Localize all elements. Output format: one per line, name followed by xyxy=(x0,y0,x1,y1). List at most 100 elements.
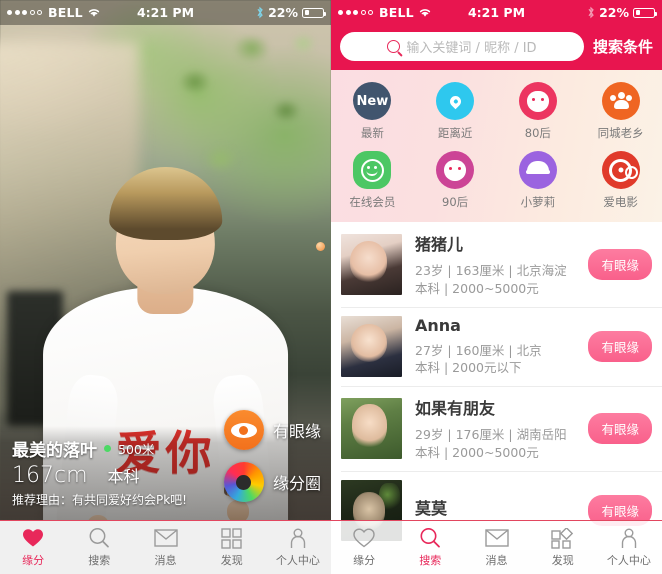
new-badge-text: New xyxy=(356,93,389,109)
tab-discover-label: 发现 xyxy=(551,554,574,567)
pink-girl-icon xyxy=(436,151,475,189)
action-like[interactable]: 有眼缘 xyxy=(223,410,321,450)
list-item-meta-1: 23岁 | 163厘米 | 北京海淀 xyxy=(415,263,567,278)
tab-search-label: 搜索 xyxy=(88,554,111,567)
group-people-icon xyxy=(601,82,640,120)
profile-name: 最美的落叶 xyxy=(12,441,97,461)
user-list: 猪猪儿 23岁 | 163厘米 | 北京海淀 本科 | 2000~5000元 有… xyxy=(331,222,662,550)
heart-icon xyxy=(353,527,375,549)
list-item-body: 如果有朋友 29岁 | 176厘米 | 湖南岳阳 本科 | 2000~5000元 xyxy=(402,395,582,462)
rainbow-ring-icon[interactable] xyxy=(223,462,264,502)
profile-height: 167cm xyxy=(12,463,88,488)
tab-search[interactable]: 搜索 xyxy=(66,521,132,574)
list-item-meta-1: 27岁 | 160厘米 | 北京 xyxy=(415,342,542,358)
search-input[interactable]: 输入关键词 / 昵称 / ID xyxy=(340,32,584,61)
tab-profile-label: 个人中心 xyxy=(275,554,320,567)
category-nearby[interactable]: 距离近 xyxy=(414,78,497,147)
category-loli-label: 小萝莉 xyxy=(520,195,556,209)
category-hometown-label: 同城老乡 xyxy=(597,126,644,140)
list-item-meta-2: 本科 | 2000~5000元 xyxy=(415,280,539,296)
category-row-2: 在线会员 90后 小萝莉 爱电影 xyxy=(331,147,662,216)
avatar[interactable] xyxy=(341,397,402,459)
status-bar-left: BELL 4:21 PM 22% xyxy=(0,0,331,25)
category-hometown[interactable]: 同城老乡 xyxy=(579,78,662,147)
category-grid: New 最新 距离近 80后 同城老乡 在线会员 90后 小萝莉 爱电影 xyxy=(331,70,662,222)
girl-face-icon xyxy=(518,82,557,120)
tab-discover[interactable]: 发现 xyxy=(530,521,596,574)
like-button[interactable]: 有眼缘 xyxy=(588,330,652,362)
tab-profile[interactable]: 个人中心 xyxy=(596,521,662,574)
list-item-meta-2: 本科 | 2000元以下 xyxy=(415,360,522,376)
search-placeholder: 输入关键词 / 昵称 / ID xyxy=(406,41,537,56)
category-movies[interactable]: 爱电影 xyxy=(579,147,662,216)
bluetooth-icon xyxy=(588,6,594,19)
left-action-column: 有眼缘 缘分圈 xyxy=(223,410,321,514)
list-item[interactable]: Anna 27岁 | 160厘米 | 北京 本科 | 2000元以下 有眼缘 xyxy=(331,306,662,387)
profile-education: 本科 xyxy=(107,467,140,486)
tab-bar-right: 缘分 搜索 消息 发现 个人中心 xyxy=(331,520,662,574)
status-bar-right: BELL 4:21 PM 22% xyxy=(331,0,662,25)
profile-distance: 500米 xyxy=(118,442,155,457)
category-80s[interactable]: 80后 xyxy=(497,78,580,147)
search-icon xyxy=(419,527,441,549)
carrier-label: BELL xyxy=(379,5,414,20)
status-bar-right-group: 22% xyxy=(256,5,326,20)
battery-percent-label: 22% xyxy=(268,5,298,20)
smiley-icon xyxy=(353,151,392,189)
right-phone-screen: BELL 4:21 PM 22% 输入关键词 / 昵称 / ID 搜索条件 Ne… xyxy=(331,0,662,574)
signal-dots-icon xyxy=(338,10,373,15)
search-conditions-button[interactable]: 搜索条件 xyxy=(593,36,653,57)
online-status-dot xyxy=(104,445,111,452)
category-movies-label: 爱电影 xyxy=(603,195,638,209)
carrier-label: BELL xyxy=(48,5,83,20)
tab-bar-left: 缘分 搜索 消息 发现 个人中心 xyxy=(0,520,331,574)
category-80s-label: 80后 xyxy=(524,126,551,140)
list-item-body: 猪猪儿 23岁 | 163厘米 | 北京海淀 本科 | 2000~5000元 xyxy=(402,231,582,298)
list-item-name: Anna xyxy=(415,315,461,335)
list-item-name: 猪猪儿 xyxy=(415,235,464,254)
tab-messages-label: 消息 xyxy=(485,554,508,567)
like-button[interactable]: 有眼缘 xyxy=(588,248,652,280)
tab-profile[interactable]: 个人中心 xyxy=(265,521,331,574)
person-icon xyxy=(289,527,307,549)
list-item-name: 如果有朋友 xyxy=(415,399,496,418)
avatar[interactable] xyxy=(341,315,402,377)
search-icon xyxy=(387,40,401,53)
tab-yuanfen[interactable]: 缘分 xyxy=(0,521,66,574)
category-loli[interactable]: 小萝莉 xyxy=(497,147,580,216)
grid-diamond-icon xyxy=(551,527,574,549)
list-item[interactable]: 猪猪儿 23岁 | 163厘米 | 北京海淀 本科 | 2000~5000元 有… xyxy=(331,222,662,307)
category-newest[interactable]: New 最新 xyxy=(331,78,414,147)
status-bar-signal-group: BELL xyxy=(7,5,101,20)
category-online-members[interactable]: 在线会员 xyxy=(331,147,414,216)
action-circle[interactable]: 缘分圈 xyxy=(223,462,321,502)
battery-icon xyxy=(302,7,326,18)
tab-messages[interactable]: 消息 xyxy=(132,521,198,574)
status-bar-signal-group: BELL xyxy=(338,5,432,20)
film-reel-icon xyxy=(601,151,640,189)
avatar[interactable] xyxy=(341,233,402,295)
tab-discover[interactable]: 发现 xyxy=(199,521,265,574)
list-item[interactable]: 如果有朋友 29岁 | 176厘米 | 湖南岳阳 本科 | 2000~5000元… xyxy=(331,386,662,471)
envelope-icon xyxy=(484,527,509,549)
list-item-name: 莫莫 xyxy=(415,498,448,518)
like-button[interactable]: 有眼缘 xyxy=(588,412,652,444)
category-90s[interactable]: 90后 xyxy=(414,147,497,216)
tab-discover-label: 发现 xyxy=(220,554,243,567)
tab-messages[interactable]: 消息 xyxy=(463,521,529,574)
photo-side-indicator-dot xyxy=(316,242,325,251)
tab-yuanfen[interactable]: 缘分 xyxy=(331,521,397,574)
category-online-members-label: 在线会员 xyxy=(349,195,396,209)
search-icon xyxy=(88,527,110,549)
tab-search[interactable]: 搜索 xyxy=(397,521,463,574)
location-pin-icon xyxy=(436,82,475,120)
left-phone-screen: 爱你 BELL xyxy=(0,0,331,574)
list-item-meta-2: 本科 | 2000~5000元 xyxy=(415,444,539,460)
new-badge-icon: New xyxy=(353,82,392,120)
search-bar: 输入关键词 / 昵称 / ID 搜索条件 xyxy=(331,25,662,70)
wifi-icon xyxy=(88,9,99,17)
person-icon xyxy=(620,527,638,549)
category-row-1: New 最新 距离近 80后 同城老乡 xyxy=(331,78,662,147)
eye-icon[interactable] xyxy=(223,410,264,450)
tab-profile-label: 个人中心 xyxy=(606,554,651,567)
